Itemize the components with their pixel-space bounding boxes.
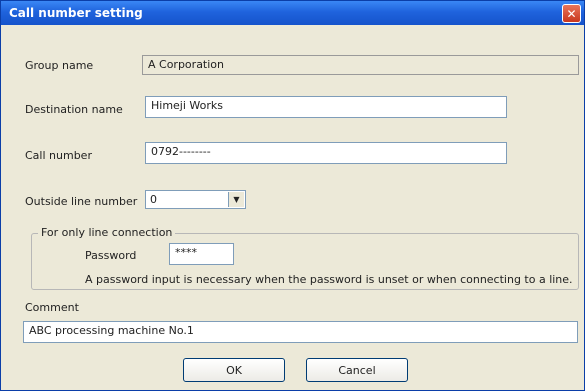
outside-line-select[interactable]: 0 ▼	[145, 190, 246, 209]
dialog-window: Call number setting ✕ Group name A Corpo…	[0, 0, 585, 391]
ok-button[interactable]: OK	[183, 358, 285, 382]
outside-line-label: Outside line number	[25, 195, 138, 208]
call-number-label: Call number	[25, 149, 92, 162]
title-bar[interactable]: Call number setting ✕	[1, 1, 584, 25]
password-input[interactable]: ****	[169, 243, 234, 265]
cancel-button[interactable]: Cancel	[306, 358, 408, 382]
destination-name-label: Destination name	[25, 103, 123, 116]
outside-line-value: 0	[150, 193, 157, 206]
window-title: Call number setting	[9, 6, 143, 20]
close-button[interactable]: ✕	[562, 4, 581, 23]
call-number-input[interactable]: 0792--------	[145, 142, 507, 164]
destination-name-input[interactable]: Himeji Works	[145, 96, 507, 118]
password-label: Password	[85, 249, 137, 262]
comment-input[interactable]: ABC processing machine No.1	[23, 321, 578, 343]
close-icon: ✕	[566, 6, 577, 21]
line-connection-group-title: For only line connection	[38, 226, 176, 239]
chevron-down-icon[interactable]: ▼	[228, 192, 244, 207]
line-connection-group: For only line connection Password **** A…	[31, 226, 579, 290]
group-name-field: A Corporation	[142, 55, 579, 75]
comment-label: Comment	[25, 301, 79, 314]
password-note: A password input is necessary when the p…	[85, 273, 573, 286]
dialog-body: Group name A Corporation Destination nam…	[3, 26, 582, 390]
group-name-label: Group name	[25, 59, 94, 72]
